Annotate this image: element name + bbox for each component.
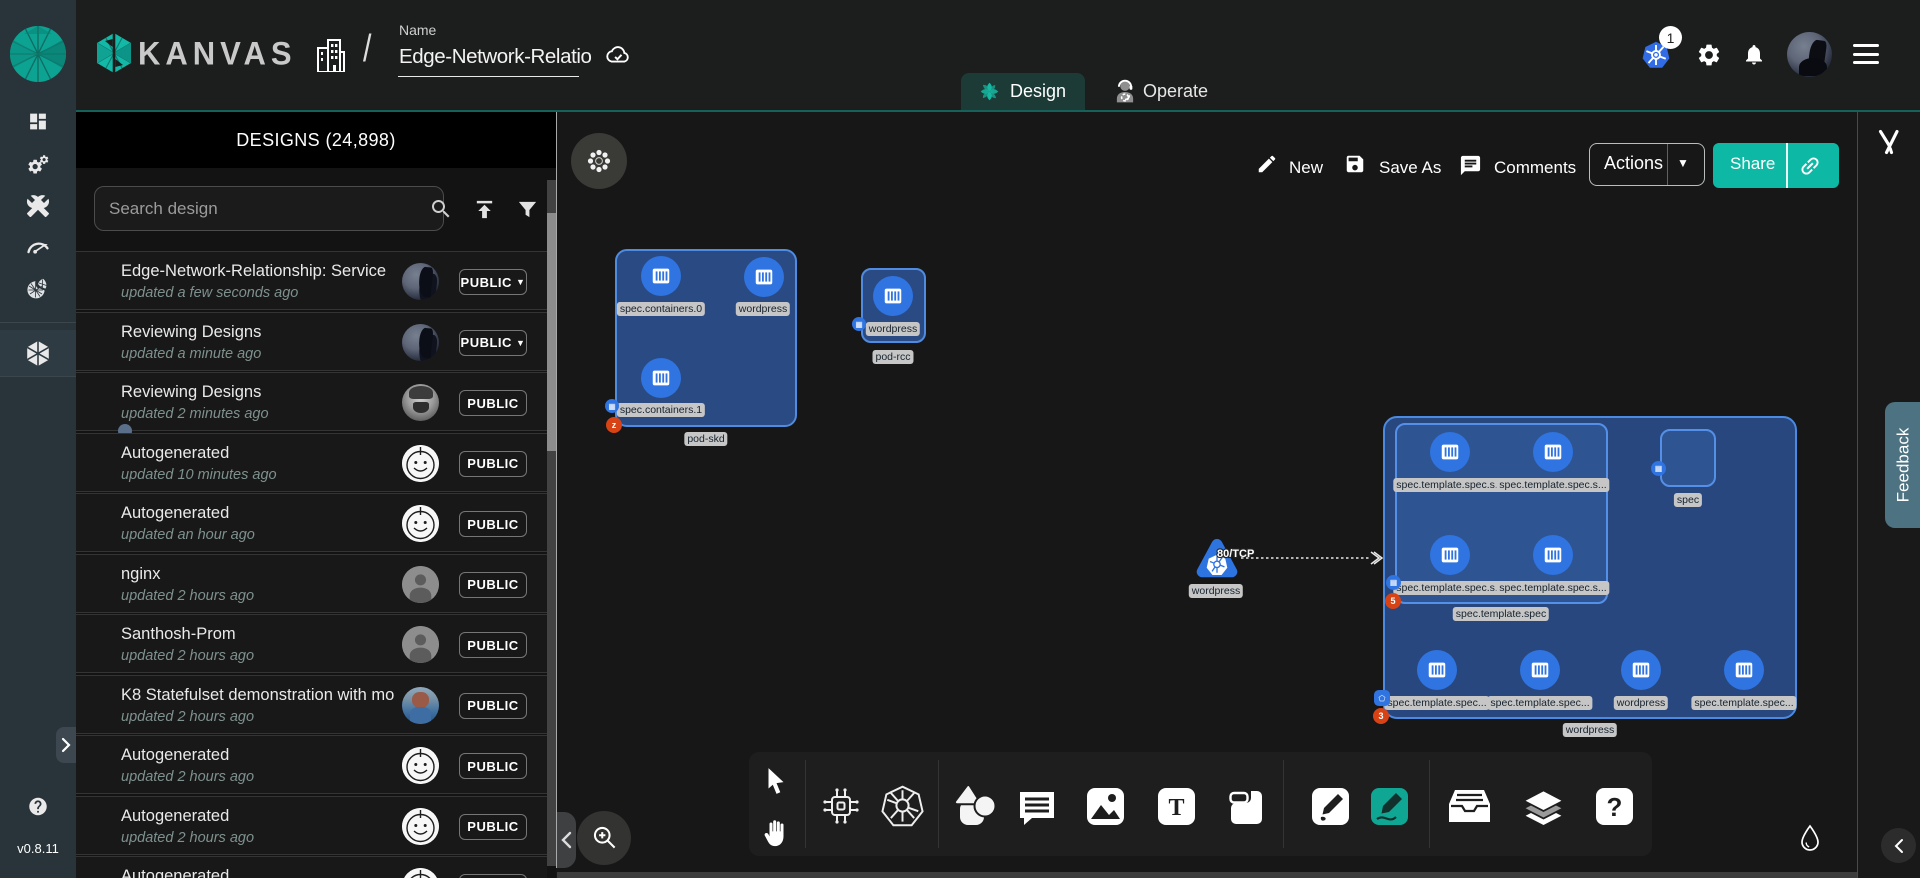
svg-text:80/TCP: 80/TCP (1217, 548, 1254, 560)
svg-text:?: ? (1607, 792, 1623, 822)
svg-text:T: T (1168, 795, 1184, 821)
